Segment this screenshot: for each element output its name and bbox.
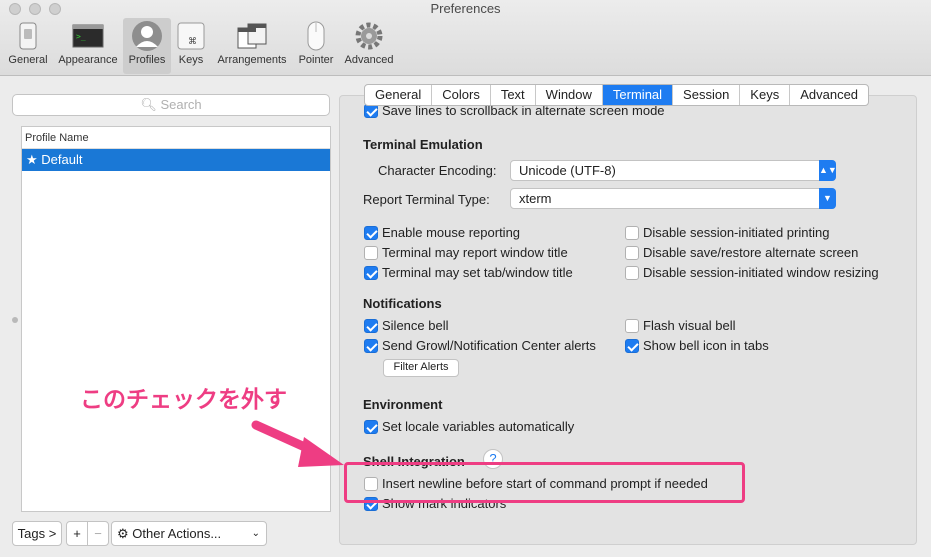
- toolbar-pointer[interactable]: Pointer: [295, 18, 337, 74]
- disable-window-resizing-checkbox[interactable]: [625, 266, 639, 280]
- alternate-screen-scrollback-checkbox[interactable]: [364, 104, 378, 118]
- filter-alerts-button[interactable]: Filter Alerts: [383, 359, 459, 377]
- remove-profile-button[interactable]: −: [87, 521, 109, 546]
- enable-mouse-reporting-label: Enable mouse reporting: [382, 225, 521, 240]
- search-icon: 🔍︎: [140, 97, 157, 112]
- gear-icon: ⚙: [117, 526, 129, 541]
- profile-tabs: General Colors Text Window Terminal Sess…: [364, 84, 870, 106]
- arrangements-icon: [236, 20, 268, 52]
- svg-text:⌘: ⌘: [188, 37, 197, 47]
- character-encoding-label: Character Encoding:: [378, 163, 497, 178]
- toolbar-keys[interactable]: ⌘ Keys: [174, 18, 208, 74]
- report-terminal-type-label: Report Terminal Type:: [363, 192, 490, 207]
- svg-text:>_: >_: [76, 32, 86, 41]
- toolbar-appearance[interactable]: >_ Appearance: [54, 18, 122, 74]
- chevron-down-icon: ▼: [819, 188, 836, 209]
- annotation-text: このチェックを外す: [80, 386, 287, 412]
- bell-icon-in-tabs-checkbox[interactable]: [625, 339, 639, 353]
- appearance-icon: >_: [72, 20, 104, 52]
- tags-button[interactable]: Tags >: [12, 521, 62, 546]
- tab-general[interactable]: General: [365, 85, 433, 105]
- title-bar: Preferences General >_ Appearance Profil…: [0, 0, 931, 76]
- growl-alerts-checkbox[interactable]: [364, 339, 378, 353]
- profile-name-column-header[interactable]: Profile Name: [22, 127, 330, 149]
- general-icon: [12, 20, 44, 52]
- notifications-heading: Notifications: [363, 296, 442, 311]
- profiles-icon: [131, 20, 163, 52]
- annotation-highlight-box: [344, 462, 745, 503]
- flash-visual-bell-checkbox[interactable]: [625, 319, 639, 333]
- set-locale-checkbox[interactable]: [364, 420, 378, 434]
- up-down-arrows-icon: ▲▼: [819, 160, 837, 181]
- split-view-handle[interactable]: [12, 317, 18, 323]
- disable-printing-label: Disable session-initiated printing: [643, 225, 830, 240]
- bell-icon-in-tabs-label: Show bell icon in tabs: [643, 338, 769, 353]
- environment-heading: Environment: [363, 397, 443, 412]
- tab-keys[interactable]: Keys: [740, 85, 791, 105]
- tab-session[interactable]: Session: [673, 85, 741, 105]
- set-tab-window-title-label: Terminal may set tab/window title: [382, 265, 573, 280]
- report-terminal-type-select[interactable]: xterm ▼: [510, 188, 836, 209]
- character-encoding-select[interactable]: Unicode (UTF-8) ▲▼: [510, 160, 837, 181]
- profile-row-default[interactable]: ★ Default: [22, 149, 330, 171]
- pointer-icon: [300, 20, 332, 52]
- advanced-icon: [353, 20, 385, 52]
- toolbar-advanced[interactable]: Advanced: [341, 18, 397, 74]
- terminal-emulation-heading: Terminal Emulation: [363, 137, 483, 152]
- disable-printing-checkbox[interactable]: [625, 226, 639, 240]
- other-actions-menu[interactable]: ⚙ Other Actions... ⌄: [111, 521, 267, 546]
- report-window-title-label: Terminal may report window title: [382, 245, 568, 260]
- profile-search-input[interactable]: 🔍︎ Search: [12, 94, 330, 116]
- set-tab-window-title-checkbox[interactable]: [364, 266, 378, 280]
- tab-window[interactable]: Window: [536, 85, 603, 105]
- chevron-down-icon: ⌄: [251, 528, 260, 539]
- set-locale-label: Set locale variables automatically: [382, 419, 575, 434]
- tab-advanced[interactable]: Advanced: [790, 85, 868, 105]
- flash-visual-bell-label: Flash visual bell: [643, 318, 736, 333]
- toolbar-arrangements[interactable]: Arrangements: [213, 18, 291, 74]
- silence-bell-checkbox[interactable]: [364, 319, 378, 333]
- toolbar-profiles[interactable]: Profiles: [123, 18, 171, 74]
- silence-bell-label: Silence bell: [382, 318, 449, 333]
- tab-colors[interactable]: Colors: [432, 85, 491, 105]
- search-placeholder: Search: [160, 97, 202, 112]
- enable-mouse-reporting-checkbox[interactable]: [364, 226, 378, 240]
- disable-window-resizing-label: Disable session-initiated window resizin…: [643, 265, 879, 280]
- tab-text[interactable]: Text: [491, 85, 536, 105]
- tab-terminal[interactable]: Terminal: [602, 85, 674, 105]
- growl-alerts-label: Send Growl/Notification Center alerts: [382, 338, 596, 353]
- toolbar-general[interactable]: General: [6, 18, 50, 74]
- window-title: Preferences: [430, 1, 501, 16]
- disable-alternate-screen-label: Disable save/restore alternate screen: [643, 245, 859, 260]
- keys-icon: ⌘: [175, 20, 207, 52]
- disable-alternate-screen-checkbox[interactable]: [625, 246, 639, 260]
- annotation-arrow-icon: [251, 420, 344, 467]
- add-profile-button[interactable]: +: [66, 521, 88, 546]
- report-window-title-checkbox[interactable]: [364, 246, 378, 260]
